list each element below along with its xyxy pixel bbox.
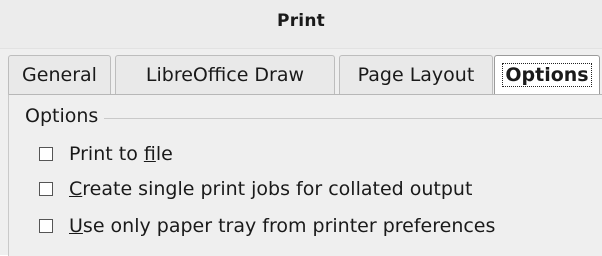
tab-page-layout[interactable]: Page Layout xyxy=(339,55,493,94)
options-panel: Options Print to file Create single prin… xyxy=(8,94,602,256)
collated-jobs-checkbox[interactable] xyxy=(39,182,53,196)
dialog-title: Print xyxy=(277,11,325,31)
tab-general[interactable]: General xyxy=(8,55,111,94)
tab-libreoffice-draw[interactable]: LibreOffice Draw xyxy=(115,55,335,94)
tab-options-label: Options xyxy=(502,63,592,87)
print-to-file-checkbox[interactable] xyxy=(39,147,53,161)
options-group-heading: Options xyxy=(25,105,105,127)
tab-libreoffice-draw-label: LibreOffice Draw xyxy=(145,64,305,86)
tab-bar: General LibreOffice Draw Page Layout Opt… xyxy=(8,55,602,96)
mnemonic-letter: f xyxy=(143,143,156,165)
mnemonic-letter: C xyxy=(69,178,83,200)
mnemonic-letter: U xyxy=(69,215,83,237)
collated-jobs-option[interactable]: Create single print jobs for collated ou… xyxy=(39,175,472,203)
print-to-file-option[interactable]: Print to file xyxy=(39,140,173,168)
label-text: reate single print jobs for collated out… xyxy=(82,178,473,200)
tab-options[interactable]: Options xyxy=(494,55,600,96)
print-to-file-label: Print to file xyxy=(69,143,173,165)
paper-tray-checkbox[interactable] xyxy=(39,219,53,233)
label-text: se only paper tray from printer preferen… xyxy=(82,215,496,237)
paper-tray-label: Use only paper tray from printer prefere… xyxy=(69,215,495,237)
tab-general-label: General xyxy=(22,64,97,86)
print-dialog: Print General LibreOffice Draw Page Layo… xyxy=(0,0,602,256)
title-bar[interactable]: Print xyxy=(0,0,602,49)
paper-tray-option[interactable]: Use only paper tray from printer prefere… xyxy=(39,212,495,240)
collated-jobs-label: Create single print jobs for collated ou… xyxy=(69,178,472,200)
label-text: ile xyxy=(155,143,173,165)
group-divider xyxy=(25,118,602,119)
tab-page-layout-label: Page Layout xyxy=(357,64,475,86)
label-text: Print to xyxy=(69,143,144,165)
